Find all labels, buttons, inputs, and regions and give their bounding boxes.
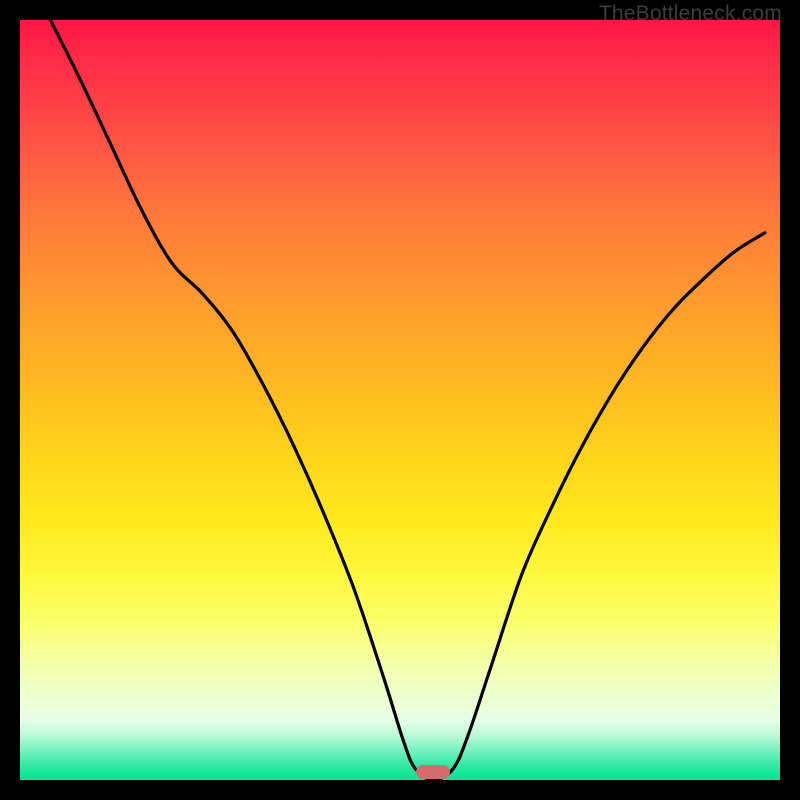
- optimal-point-marker: [416, 765, 450, 779]
- chart-frame: TheBottleneck.com: [0, 0, 800, 800]
- curve-svg: [20, 20, 780, 780]
- plot-area: [20, 20, 780, 780]
- bottleneck-curve: [50, 20, 764, 780]
